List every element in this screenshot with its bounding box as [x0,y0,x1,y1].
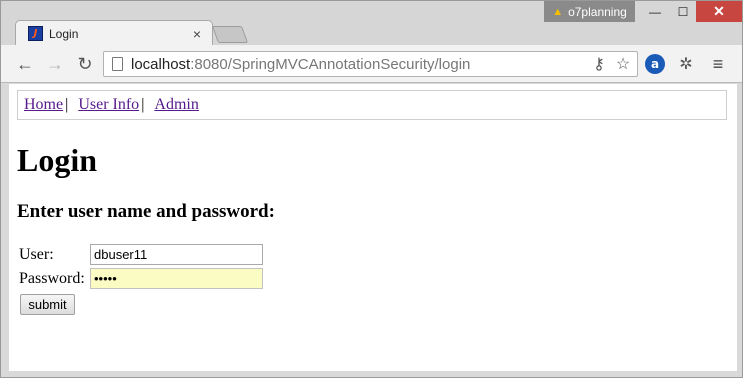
nav-separator: | [141,96,145,113]
nav-separator: | [65,96,69,113]
back-button[interactable]: ← [13,52,37,76]
minimize-button[interactable]: — [641,1,669,22]
tab-login[interactable]: J Login × [15,20,213,46]
nav-link-user-info[interactable]: User Info [78,96,139,113]
tab-title: Login [49,26,79,41]
url-host: localhost [131,55,191,73]
browser-toolbar: ← → ↻ localhost:8080/SpringMVCAnnotation… [1,45,742,83]
password-input[interactable]: ••••• [90,268,263,289]
browser-window: ▲ o7planning — ☐ ✕ J Login × ← → ↻ local… [0,0,743,378]
page-content: Home | User Info | Admin Login Enter user na… [9,84,737,371]
user-row: User: dbuser11 [19,244,263,265]
forward-button[interactable]: → [43,52,67,76]
username-input[interactable]: dbuser11 [90,244,263,265]
site-nav: Home | User Info | Admin [17,90,727,120]
new-tab-button[interactable] [211,26,249,43]
favicon-icon: J [28,26,43,41]
bookmark-star-icon[interactable]: ☆ [613,54,633,74]
submit-button[interactable]: submit [20,294,75,315]
key-icon[interactable]: ⚷ [589,54,609,74]
address-bar[interactable]: localhost:8080/SpringMVCAnnotationSecuri… [103,51,638,77]
extension-bug-icon[interactable]: ✲ [675,53,697,75]
user-label: User: [19,245,54,263]
profile-name: o7planning [568,4,627,19]
url-path: :8080/SpringMVCAnnotationSecurity/login [190,55,471,73]
password-label: Password: [19,269,85,287]
nav-link-home[interactable]: Home [24,96,63,113]
profile-button[interactable]: ▲ o7planning [544,1,635,22]
menu-icon[interactable]: ≡ [707,53,729,75]
close-window-button[interactable]: ✕ [696,1,742,22]
warning-icon: ▲ [552,5,564,18]
nav-link-admin[interactable]: Admin [154,96,198,113]
password-row: Password: ••••• [19,268,263,289]
maximize-button[interactable]: ☐ [669,1,697,22]
page-title: Login [17,142,98,178]
page-subtitle: Enter user name and password: [17,201,275,222]
title-bar: ▲ o7planning — ☐ ✕ J Login × [1,1,742,46]
extension-a-icon[interactable]: a [645,54,665,74]
tab-close-icon[interactable]: × [188,26,206,42]
reload-button[interactable]: ↻ [73,52,97,76]
page-icon [112,57,123,71]
